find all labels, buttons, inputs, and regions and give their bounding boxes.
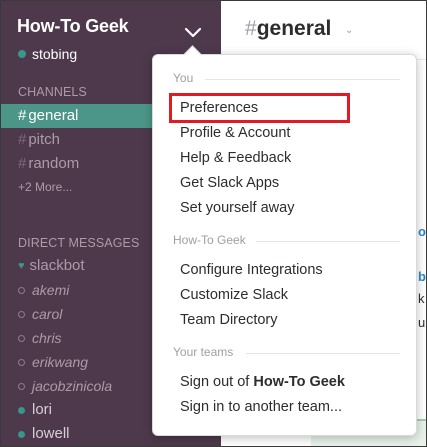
away-status-icon: [18, 310, 25, 318]
direct-messages-section-title[interactable]: DIRECT MESSAGES: [18, 236, 139, 250]
channel-name: random: [28, 155, 80, 172]
divider: [256, 241, 400, 242]
divider: [246, 353, 400, 354]
team-dropdown-menu: You Preferences Profile & Account Help &…: [152, 45, 417, 436]
dm-item-slackbot[interactable]: ♥ slackbot: [18, 255, 85, 277]
more-channels-link[interactable]: +2 More...: [18, 180, 72, 194]
dm-item-erikwang[interactable]: erikwang: [18, 351, 88, 373]
menu-section-you: You: [173, 71, 194, 85]
dm-name: slackbot: [29, 257, 85, 274]
menu-item-help-feedback[interactable]: Help & Feedback: [180, 148, 291, 168]
highlight-box: [169, 93, 350, 123]
away-status-icon: [18, 334, 25, 342]
current-user-name: stobing: [32, 46, 78, 62]
sign-out-team-name: How-To Geek: [253, 374, 345, 390]
channel-title[interactable]: #general: [245, 17, 331, 41]
dm-item-lori[interactable]: lori: [18, 399, 52, 421]
away-status-icon: [18, 382, 25, 390]
menu-item-profile-account[interactable]: Profile & Account: [180, 123, 290, 143]
menu-item-customize-slack[interactable]: Customize Slack: [180, 285, 288, 305]
menu-section-your-teams: Your teams: [173, 345, 234, 359]
channel-header: #general ⌄: [221, 1, 426, 60]
channel-name: general: [28, 107, 79, 124]
peek-text-fragment: u: [418, 315, 426, 330]
menu-item-sign-out[interactable]: Sign out of How-To Geek: [180, 372, 345, 392]
dm-item-chris[interactable]: chris: [18, 327, 62, 349]
peek-text-fragment: k: [418, 291, 425, 306]
peek-link-fragment: o: [418, 224, 426, 239]
dm-item-carol[interactable]: carol: [18, 303, 62, 325]
dm-name: jacobzinicola: [32, 378, 113, 394]
hash-icon: #: [18, 107, 27, 124]
divider: [205, 79, 400, 80]
team-name[interactable]: How-To Geek: [17, 16, 129, 37]
dm-name: lori: [32, 401, 53, 418]
dm-name: carol: [32, 306, 63, 322]
hash-icon: #: [18, 155, 27, 172]
dm-item-akemi[interactable]: akemi: [18, 279, 69, 301]
chevron-down-icon[interactable]: ⌄: [345, 25, 353, 36]
chevron-down-icon[interactable]: [183, 23, 203, 43]
app-window: How-To Geek stobing CHANNELS # general # p…: [0, 0, 427, 447]
hash-icon: #: [245, 17, 257, 40]
channel-name: pitch: [28, 131, 61, 148]
hash-icon: #: [18, 131, 27, 148]
menu-section-team: How-To Geek: [173, 233, 246, 247]
dm-item-jacobzinicola[interactable]: jacobzinicola: [18, 375, 112, 397]
menu-item-get-slack-apps[interactable]: Get Slack Apps: [180, 173, 279, 193]
online-status-icon: [18, 406, 25, 414]
menu-item-sign-in-another-team[interactable]: Sign in to another team...: [180, 397, 342, 417]
dm-name: akemi: [32, 282, 70, 298]
menu-item-team-directory[interactable]: Team Directory: [180, 310, 278, 330]
channel-title-name: general: [256, 17, 332, 40]
current-user[interactable]: stobing: [18, 46, 77, 62]
menu-item-set-away[interactable]: Set yourself away: [180, 198, 294, 218]
away-status-icon: [18, 358, 25, 366]
dm-name: chris: [32, 330, 62, 346]
peek-link-fragment: b: [418, 269, 426, 284]
dm-name: lowell: [32, 425, 70, 442]
online-status-icon: [18, 430, 25, 438]
menu-item-configure-integrations[interactable]: Configure Integrations: [180, 260, 323, 280]
away-status-icon: [18, 286, 25, 294]
sign-out-label: Sign out of: [180, 374, 254, 390]
dm-name: erikwang: [32, 354, 89, 370]
heart-icon: ♥: [18, 260, 25, 272]
dm-item-lowell[interactable]: lowell: [18, 423, 70, 445]
presence-dot: [18, 50, 26, 58]
channels-section-title[interactable]: CHANNELS: [18, 85, 87, 99]
